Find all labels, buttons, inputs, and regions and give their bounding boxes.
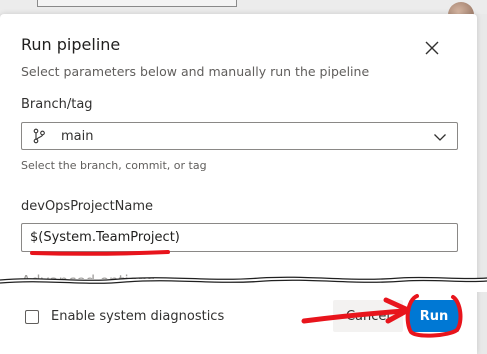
dialog-title: Run pipeline — [21, 35, 121, 54]
diagnostics-checkbox[interactable] — [25, 309, 39, 324]
close-icon — [425, 41, 439, 55]
dialog-subtitle: Select parameters below and manually run… — [21, 64, 370, 79]
annotation-underline — [30, 250, 170, 256]
branch-select[interactable]: main — [21, 122, 458, 150]
run-button[interactable]: Run — [409, 300, 459, 332]
run-pipeline-dialog: Run pipeline Select parameters below and… — [0, 14, 477, 354]
cancel-button[interactable]: Cancel — [333, 300, 403, 332]
diagnostics-label: Enable system diagnostics — [51, 309, 225, 324]
git-branch-icon — [31, 128, 47, 144]
chevron-down-icon — [434, 134, 446, 141]
close-button[interactable] — [422, 38, 442, 58]
diagnostics-toggle[interactable]: Enable system diagnostics — [25, 309, 224, 324]
project-label: devOpsProjectName — [21, 199, 154, 214]
background-input — [37, 0, 237, 7]
project-input[interactable]: $(System.TeamProject) — [21, 223, 458, 252]
branch-label: Branch/tag — [21, 97, 93, 112]
torn-edge — [0, 276, 487, 292]
branch-hint: Select the branch, commit, or tag — [21, 159, 207, 172]
project-value: $(System.TeamProject) — [30, 230, 180, 245]
branch-value: main — [61, 128, 94, 144]
